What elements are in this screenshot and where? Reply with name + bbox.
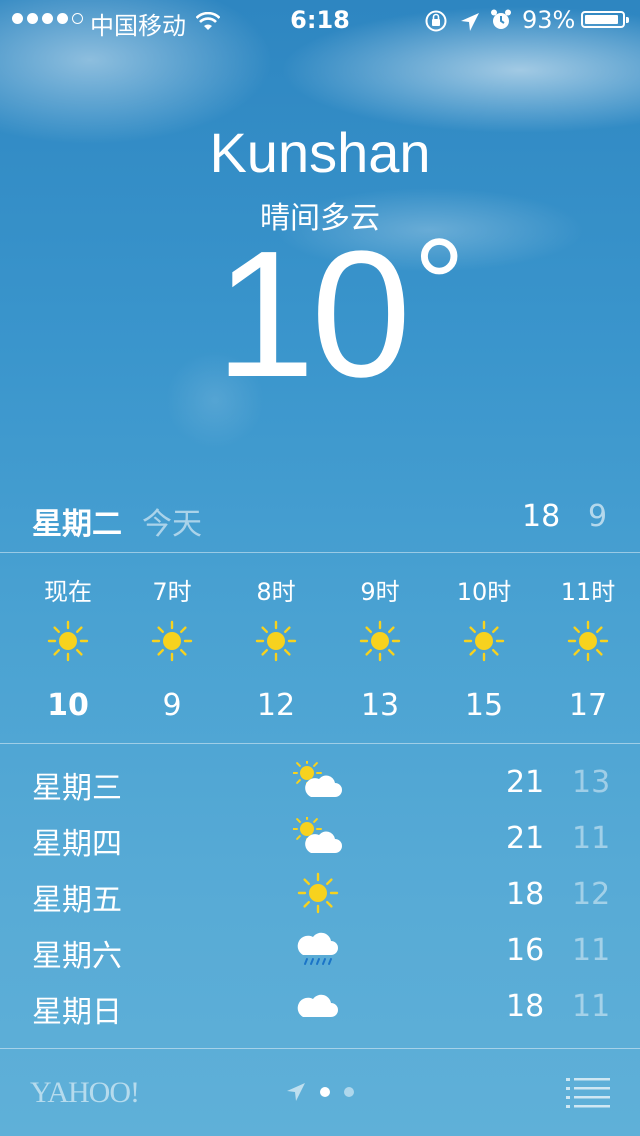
- hour-temp: 12: [256, 688, 296, 723]
- daily-forecast[interactable]: 星期三 21 13 星期四 21 11 星期五 18 12 星期六 16 11 …: [0, 755, 640, 1035]
- today-label: 今天: [142, 507, 202, 542]
- sun-icon: [536, 606, 640, 676]
- sun-icon: [328, 606, 432, 676]
- battery-icon: [581, 11, 629, 28]
- cloud-icon: [288, 979, 348, 1031]
- daily-row: 星期五 18 12: [0, 867, 640, 923]
- sun-icon: [224, 606, 328, 676]
- list-icon[interactable]: [566, 1076, 610, 1110]
- day-high: 18: [506, 989, 545, 1024]
- location-arrow-icon: [287, 1083, 305, 1101]
- hourly-item: 10时 15: [432, 560, 536, 740]
- hour-temp: 17: [568, 688, 608, 723]
- page-dot[interactable]: [344, 1087, 354, 1097]
- sun-icon: [120, 606, 224, 676]
- battery-percentage: 93%: [522, 6, 576, 34]
- daily-row: 星期六 16 11: [0, 923, 640, 979]
- today-summary-row: 星期二 今天 18 9: [0, 495, 640, 542]
- city-name: Kunshan: [209, 121, 431, 184]
- rain-icon: [288, 923, 348, 975]
- day-high: 16: [506, 933, 545, 968]
- partly-cloudy-icon: [288, 811, 348, 863]
- hour-temp: 10: [47, 688, 89, 723]
- hour-label: 11时: [560, 578, 616, 606]
- hour-temp: 13: [360, 688, 400, 723]
- day-low: 11: [572, 933, 611, 968]
- hour-label: 7时: [152, 578, 192, 606]
- status-bar: 中国移动 6:18 93%: [0, 0, 640, 40]
- hourly-forecast[interactable]: 现在 10 7时 9 8时 12 9时 13 10时 15 11时 17: [16, 560, 640, 740]
- hour-temp: 15: [464, 688, 504, 723]
- day-high: 21: [506, 765, 545, 800]
- today-weekday: 星期二: [32, 507, 122, 542]
- divider: [0, 1048, 640, 1049]
- hourly-item: 9时 13: [328, 560, 432, 740]
- alarm-clock-icon: [490, 9, 512, 37]
- sun-icon: [16, 606, 120, 676]
- degree-symbol: °: [413, 211, 465, 357]
- yahoo-logo[interactable]: YAHOO!: [30, 1076, 140, 1110]
- partly-cloudy-icon: [288, 755, 348, 807]
- divider: [0, 552, 640, 553]
- today-low: 9: [588, 499, 608, 534]
- current-temperature: 10°: [215, 219, 465, 405]
- rotation-lock-icon: [424, 10, 448, 38]
- today-high: 18: [522, 499, 561, 534]
- divider: [0, 743, 640, 744]
- day-high: 21: [506, 821, 545, 856]
- temperature-value: 10: [215, 214, 411, 415]
- day-name: 星期三: [32, 771, 122, 806]
- daily-row: 星期三 21 13: [0, 755, 640, 811]
- day-low: 13: [572, 765, 611, 800]
- hourly-item: 7时 9: [120, 560, 224, 740]
- daily-row: 星期日 18 11: [0, 979, 640, 1035]
- hour-label: 现在: [44, 578, 92, 606]
- hour-label: 10时: [456, 578, 512, 606]
- page-dot[interactable]: [320, 1087, 330, 1097]
- sun-icon: [288, 867, 348, 919]
- day-low: 12: [572, 877, 611, 912]
- hourly-item: 11时 17: [536, 560, 640, 740]
- page-indicator[interactable]: [286, 1082, 354, 1102]
- hour-label: 8时: [256, 578, 296, 606]
- hourly-item: 8时 12: [224, 560, 328, 740]
- hour-temp: 9: [162, 688, 182, 723]
- day-name: 星期四: [32, 827, 122, 862]
- day-name: 星期日: [32, 995, 122, 1030]
- day-high: 18: [506, 877, 545, 912]
- bottom-toolbar: YAHOO!: [0, 1050, 640, 1136]
- hourly-item: 现在 10: [16, 560, 120, 740]
- day-low: 11: [572, 821, 611, 856]
- sun-icon: [432, 606, 536, 676]
- hour-label: 9时: [360, 578, 400, 606]
- location-arrow-icon: [460, 10, 480, 38]
- day-name: 星期五: [32, 883, 122, 918]
- day-name: 星期六: [32, 939, 122, 974]
- day-low: 11: [572, 989, 611, 1024]
- daily-row: 星期四 21 11: [0, 811, 640, 867]
